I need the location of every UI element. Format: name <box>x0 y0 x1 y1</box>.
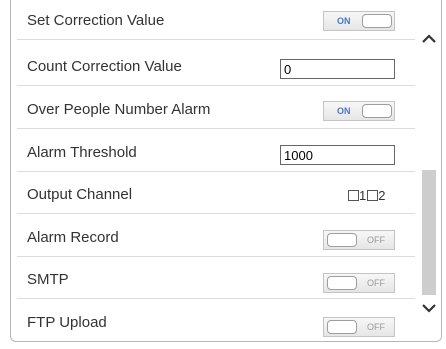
set-correction-value-label: Set Correction Value <box>27 12 165 29</box>
alarm-threshold-label: Alarm Threshold <box>27 144 137 161</box>
toggle-knob <box>327 233 357 247</box>
settings-panel: Set Correction Value ON Count Correction… <box>10 0 442 342</box>
ftp-upload-toggle[interactable]: OFF <box>323 317 395 337</box>
chevron-down-icon[interactable] <box>420 299 438 317</box>
toggle-knob <box>327 320 357 334</box>
count-correction-value-label: Count Correction Value <box>27 58 182 75</box>
set-correction-value-toggle[interactable]: ON <box>323 11 395 31</box>
row-alarm-threshold: Alarm Threshold <box>17 135 415 172</box>
row-count-correction-value: Count Correction Value <box>17 49 415 86</box>
smtp-toggle[interactable]: OFF <box>323 273 395 293</box>
output-channel-checkboxes: 12 <box>348 187 386 205</box>
output-channel-1-label: 1 <box>359 188 367 204</box>
alarm-threshold-input[interactable] <box>280 145 395 165</box>
output-channel-2-checkbox[interactable] <box>367 190 379 202</box>
row-set-correction-value: Set Correction Value ON <box>17 3 415 40</box>
toggle-state-text: OFF <box>367 322 385 332</box>
toggle-state-text: ON <box>337 16 351 26</box>
toggle-state-text: ON <box>337 106 351 116</box>
row-over-people-number-alarm: Over People Number Alarm ON <box>17 92 415 129</box>
scrollbar-thumb[interactable] <box>422 170 436 295</box>
toggle-state-text: OFF <box>367 235 385 245</box>
row-ftp-upload: FTP Upload OFF <box>17 305 415 341</box>
alarm-record-toggle[interactable]: OFF <box>323 230 395 250</box>
chevron-up-icon[interactable] <box>420 30 438 48</box>
output-channel-label: Output Channel <box>27 186 133 203</box>
smtp-label: SMTP <box>27 271 69 288</box>
output-channel-2-label: 2 <box>378 188 386 204</box>
vertical-scrollbar[interactable] <box>415 0 441 341</box>
row-alarm-record: Alarm Record OFF <box>17 220 415 257</box>
toggle-knob <box>327 276 357 290</box>
toggle-knob <box>362 104 392 118</box>
alarm-record-label: Alarm Record <box>27 229 119 246</box>
ftp-upload-label: FTP Upload <box>27 314 107 331</box>
over-people-number-alarm-label: Over People Number Alarm <box>27 101 211 118</box>
toggle-state-text: OFF <box>367 278 385 288</box>
row-smtp: SMTP OFF <box>17 262 415 299</box>
count-correction-value-input[interactable] <box>280 59 395 79</box>
row-output-channel: Output Channel 12 <box>17 177 415 214</box>
toggle-knob <box>362 14 392 28</box>
output-channel-1-checkbox[interactable] <box>348 190 359 202</box>
over-people-number-alarm-toggle[interactable]: ON <box>323 101 395 121</box>
